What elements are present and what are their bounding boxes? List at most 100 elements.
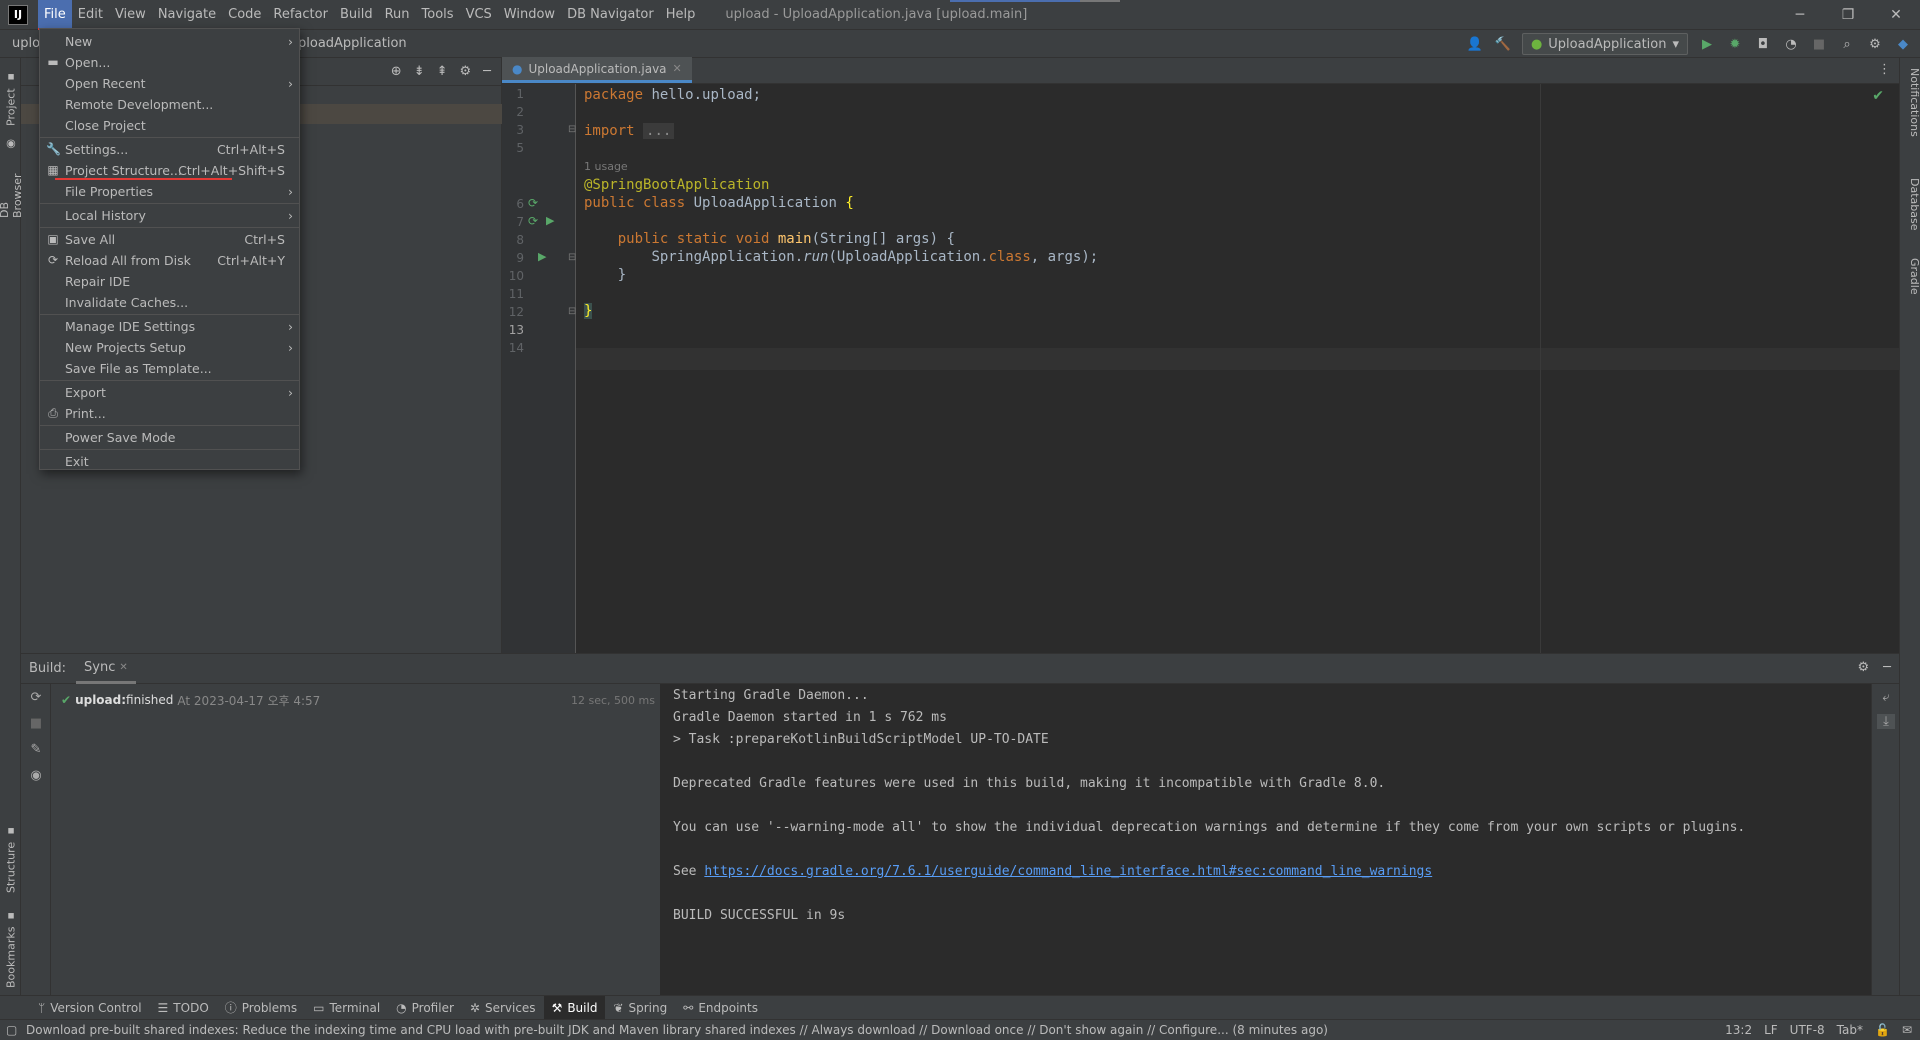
- spring-bean-icon[interactable]: ⟳: [528, 196, 538, 210]
- menu-code[interactable]: Code: [222, 0, 267, 30]
- run-icon[interactable]: ▶: [1698, 35, 1716, 53]
- menu-item-new-projects-setup[interactable]: New Projects Setup ›: [40, 337, 299, 358]
- menu-item-save-all[interactable]: ▣ Save All Ctrl+S: [40, 229, 299, 250]
- menu-item-settings[interactable]: 🔧 Settings... Ctrl+Alt+S: [40, 139, 299, 160]
- profile-icon[interactable]: ◔: [1782, 35, 1800, 53]
- menu-item-file-properties[interactable]: File Properties ›: [40, 181, 299, 202]
- menu-build[interactable]: Build: [334, 0, 379, 30]
- spring-bean-icon[interactable]: ⟳: [528, 214, 538, 228]
- coverage-icon[interactable]: ◘: [1754, 35, 1772, 53]
- menu-item-open-recent[interactable]: Open Recent ›: [40, 73, 299, 94]
- checkmark-icon[interactable]: ✔: [1872, 88, 1884, 104]
- tool-endpoints[interactable]: ⚯ Endpoints: [675, 996, 766, 1020]
- jetbrains-toolbox-icon[interactable]: ◆: [1894, 35, 1912, 53]
- user-account-icon[interactable]: 👤: [1466, 35, 1484, 53]
- gear-icon[interactable]: ⚙: [1866, 35, 1884, 53]
- minimize-icon[interactable]: ─: [1776, 0, 1824, 30]
- menu-item-reload-all[interactable]: ⟳ Reload All from Disk Ctrl+Alt+Y: [40, 250, 299, 271]
- folded-imports[interactable]: ...: [643, 123, 675, 139]
- status-panel-icon[interactable]: ▢: [6, 1023, 17, 1037]
- run-gutter-icon[interactable]: ▶: [546, 214, 554, 227]
- tool-problems[interactable]: ⓘ Problems: [217, 996, 305, 1020]
- locate-icon[interactable]: ⊕: [391, 64, 402, 79]
- menu-navigate[interactable]: Navigate: [152, 0, 222, 30]
- menu-item-save-file-as-template[interactable]: Save File as Template...: [40, 358, 299, 379]
- line-separator[interactable]: LF: [1764, 1023, 1778, 1037]
- menu-item-open[interactable]: ▬ Open...: [40, 52, 299, 73]
- collapse-all-icon[interactable]: ⇞: [437, 64, 448, 79]
- tool-build[interactable]: ⚒ Build: [543, 995, 606, 1020]
- restore-icon[interactable]: ❐: [1824, 0, 1872, 30]
- menu-item-close-project[interactable]: Close Project: [40, 115, 299, 136]
- menu-item-remote-development[interactable]: Remote Development...: [40, 94, 299, 115]
- tool-services[interactable]: ✲ Services: [462, 996, 544, 1020]
- menu-item-print[interactable]: ⎙ Print...: [40, 403, 299, 424]
- tool-version-control[interactable]: ᛘ Version Control: [30, 996, 150, 1020]
- gradle-docs-link[interactable]: https://docs.gradle.org/7.6.1/userguide/…: [704, 864, 1432, 879]
- scroll-to-end-icon[interactable]: ⤓: [1877, 714, 1895, 729]
- breadcrumb-project[interactable]: uplo: [12, 36, 40, 51]
- menu-edit[interactable]: Edit: [72, 0, 109, 30]
- tool-todo[interactable]: ☰ TODO: [150, 996, 217, 1020]
- notifications-tool-tab[interactable]: Notifications: [1903, 68, 1920, 137]
- stop-icon[interactable]: ■: [1810, 35, 1828, 53]
- menu-item-exit[interactable]: Exit: [40, 451, 299, 472]
- menu-item-new[interactable]: New ›: [40, 31, 299, 52]
- menu-item-invalidate-caches[interactable]: Invalidate Caches...: [40, 292, 299, 313]
- run-gutter-icon[interactable]: ▶: [538, 250, 546, 263]
- file-encoding[interactable]: UTF-8: [1790, 1023, 1825, 1037]
- gradle-tool-tab[interactable]: Gradle: [1903, 258, 1920, 295]
- eye-icon[interactable]: ◉: [27, 768, 45, 783]
- tab-sync[interactable]: Sync ✕: [76, 654, 136, 684]
- code-editor[interactable]: 1 2 3 5 6 7 8 9 10 11 12 13 14 ⟳ ⟳ ▶ ▶ ⊟…: [502, 84, 1899, 653]
- close-icon[interactable]: ✕: [1872, 0, 1920, 30]
- menu-view[interactable]: View: [109, 0, 152, 30]
- breadcrumb-class[interactable]: ploadApplication: [298, 36, 407, 51]
- run-configuration-select[interactable]: ● UploadApplication ▾: [1521, 33, 1688, 55]
- menu-item-power-save-mode[interactable]: Power Save Mode: [40, 427, 299, 448]
- menu-vcs[interactable]: VCS: [460, 0, 498, 30]
- menu-window[interactable]: Window: [498, 0, 561, 30]
- caret-position[interactable]: 13:2: [1725, 1023, 1752, 1037]
- debug-icon[interactable]: ✹: [1726, 35, 1744, 53]
- menu-db-navigator[interactable]: DB Navigator: [561, 0, 660, 30]
- menu-file[interactable]: File: [38, 0, 72, 30]
- project-tool-tab[interactable]: Project ▪: [2, 66, 20, 126]
- build-console[interactable]: Starting Gradle Daemon... Gradle Daemon …: [661, 684, 1871, 996]
- tool-spring[interactable]: ❦ Spring: [605, 996, 675, 1020]
- status-message[interactable]: Download pre-built shared indexes: Reduc…: [26, 1023, 1328, 1037]
- menu-run[interactable]: Run: [379, 0, 416, 30]
- close-tab-icon[interactable]: ✕: [119, 662, 127, 673]
- menu-item-local-history[interactable]: Local History ›: [40, 205, 299, 226]
- gear-icon[interactable]: ⚙: [460, 64, 472, 79]
- database-tool-tab[interactable]: Database: [1903, 178, 1920, 231]
- build-hammer-icon[interactable]: 🔨: [1494, 35, 1512, 53]
- close-tab-icon[interactable]: ✕: [673, 62, 682, 75]
- reload-icon[interactable]: ⟳: [27, 690, 45, 705]
- notification-icon[interactable]: ✉: [1902, 1023, 1912, 1037]
- soft-wrap-icon[interactable]: ⤶: [1877, 690, 1895, 705]
- db-browser-tool-tab[interactable]: DB Browser ◉: [0, 138, 24, 218]
- tool-terminal[interactable]: ▭ Terminal: [305, 996, 388, 1020]
- build-tree-row[interactable]: ✔ upload: finished At 2023-04-17 오후 4:57…: [51, 690, 661, 710]
- hide-icon[interactable]: ─: [483, 64, 491, 79]
- bookmarks-tool-tab[interactable]: Bookmarks ▪: [2, 908, 20, 988]
- expand-all-icon[interactable]: ⇟: [414, 64, 425, 79]
- menu-item-export[interactable]: Export ›: [40, 382, 299, 403]
- menu-help[interactable]: Help: [660, 0, 702, 30]
- menu-tools[interactable]: Tools: [416, 0, 460, 30]
- indent-setting[interactable]: Tab*: [1837, 1023, 1863, 1037]
- tool-profiler[interactable]: ◔ Profiler: [388, 996, 462, 1020]
- menu-refactor[interactable]: Refactor: [267, 0, 334, 30]
- structure-tool-tab[interactable]: Structure ▪: [2, 823, 20, 893]
- hide-icon[interactable]: ─: [1883, 660, 1891, 675]
- more-options-icon[interactable]: ⋮: [1878, 62, 1891, 77]
- menu-item-manage-ide-settings[interactable]: Manage IDE Settings ›: [40, 316, 299, 337]
- lock-icon[interactable]: 🔓: [1875, 1023, 1890, 1037]
- menu-item-repair-ide[interactable]: Repair IDE: [40, 271, 299, 292]
- stop-icon[interactable]: ■: [27, 716, 45, 731]
- fold-end-icon[interactable]: ⊟: [568, 306, 576, 317]
- fold-icon[interactable]: ⊟: [568, 124, 576, 135]
- fold-icon[interactable]: ⊟: [568, 252, 576, 263]
- gear-icon[interactable]: ⚙: [1858, 660, 1870, 675]
